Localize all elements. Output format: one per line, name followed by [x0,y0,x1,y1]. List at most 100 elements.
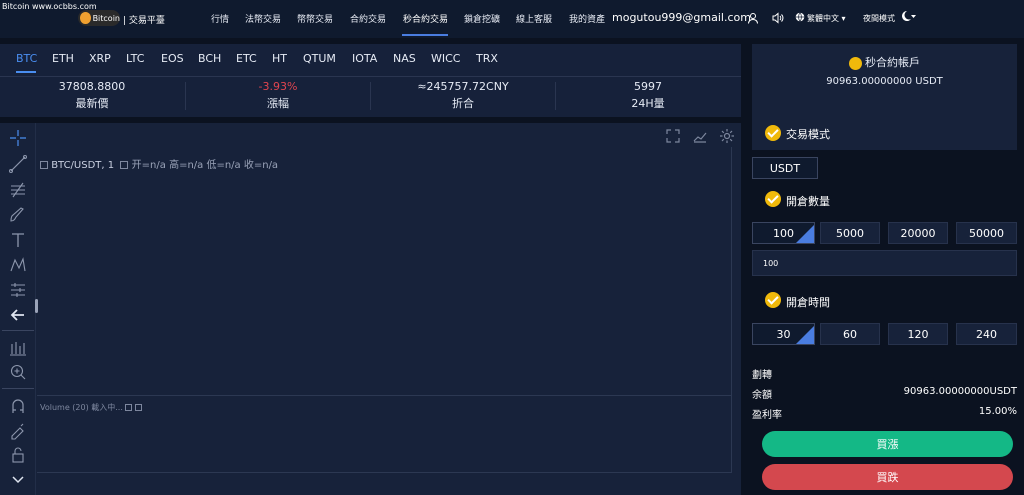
stat-divider [555,82,556,110]
prediction-icon[interactable] [8,280,28,300]
mode-usdt-option[interactable]: USDT [752,157,818,179]
tab-trx[interactable]: TRX [476,52,498,65]
text-tool-icon[interactable] [8,230,28,250]
collapse-legend-icon[interactable] [40,161,48,169]
lock-icon[interactable] [8,445,28,465]
check-icon [765,292,781,308]
chevron-down-icon[interactable] [8,470,28,490]
stat-divider [185,82,186,110]
time-option-30[interactable]: 30 [752,323,815,345]
tab-qtum[interactable]: QTUM [303,52,336,65]
chart-symbol: BTC/USDT, 1 [51,160,115,171]
language-selector[interactable]: 繁體中文 ▾ [807,13,846,24]
cny-label: 折合 [452,97,474,110]
gear-icon[interactable] [719,128,735,144]
cny-value: ≈245757.72CNY [417,80,509,93]
fib-tool-icon[interactable] [8,180,28,200]
nav-item-contract-trade[interactable]: 合約交易 [350,12,386,25]
qty-option-100[interactable]: 100 [752,222,815,244]
toolbar-divider [2,330,34,331]
tab-iota[interactable]: IOTA [352,52,377,65]
ohlc-values: 开=n/a 高=n/a 低=n/a 收=n/a [131,160,279,171]
tab-bch[interactable]: BCH [198,52,221,65]
volume-close-icon[interactable] [134,404,142,411]
toolbar-collapse-handle[interactable] [35,299,38,313]
settings-box-icon[interactable] [120,161,129,169]
tab-ht[interactable]: HT [272,52,287,65]
nav-item-coin-trade[interactable]: 幣幣交易 [297,12,333,25]
check-icon [765,191,781,207]
bitcoin-logo[interactable]: Bitcoin [78,10,120,26]
tab-eth[interactable]: ETH [52,52,74,65]
profit-rate-value: 15.00% [978,406,1017,417]
magnet-icon[interactable] [8,396,28,416]
tab-xrp[interactable]: XRP [89,52,111,65]
lock-drawing-icon[interactable] [8,421,28,441]
crosshair-icon[interactable] [8,128,28,148]
tab-ltc[interactable]: LTC [126,52,144,65]
chart-type-icon[interactable] [692,128,708,144]
user-email[interactable]: mogutou999@gmail.com [612,11,751,24]
tab-nas[interactable]: NAS [393,52,416,65]
qty-option-label: 50000 [969,226,1004,240]
top-navigation: Bitcoin www.ocbbs.com Bitcoin | 交易平臺 行情 … [0,0,1024,38]
time-option-240[interactable]: 240 [956,323,1017,345]
nav-item-assets[interactable]: 我的資產 [569,12,605,25]
night-mode-toggle[interactable] [900,10,916,24]
selected-check-icon [796,326,814,344]
account-balance: 90963.00000000 USDT [826,76,943,87]
volume-settings-icon[interactable] [125,404,133,411]
brush-icon[interactable] [8,205,28,225]
fullscreen-icon[interactable] [665,128,681,144]
globe-icon [795,12,805,22]
tabs-divider [0,76,741,77]
qty-option-50000[interactable]: 50000 [956,222,1017,244]
tab-wicc[interactable]: WICC [431,52,460,65]
time-axis-border [37,472,731,473]
qty-option-20000[interactable]: 20000 [888,222,948,244]
open-time-title: 開倉時間 [786,296,830,309]
volume-24h-value: 5997 [634,80,662,93]
account-card: 秒合約帳戶 90963.00000000 USDT [752,44,1017,117]
trend-line-icon[interactable] [8,154,28,174]
nav-item-second-contract[interactable]: 秒合約交易 [403,12,448,25]
trade-mode-title: 交易模式 [786,128,830,141]
volume-label: Volume (20) 載入中... [40,403,123,412]
chart-legend: BTC/USDT, 1 开=n/a 高=n/a 低=n/a 收=n/a [40,156,278,171]
qty-option-5000[interactable]: 5000 [820,222,880,244]
buy-down-button[interactable]: 買跌 [762,464,1013,490]
change-value: -3.93% [258,80,298,93]
tab-btc[interactable]: BTC [16,52,37,65]
user-icon[interactable] [747,12,759,24]
toolbar-divider [2,388,34,389]
time-option-60[interactable]: 60 [820,323,880,345]
indicators-icon[interactable] [8,338,28,358]
change-label: 漲幅 [267,97,289,110]
nav-item-market[interactable]: 行情 [211,12,229,25]
price-axis-border [731,147,732,473]
active-tab-indicator [16,71,36,73]
active-nav-indicator [402,34,448,36]
volume-indicator: Volume (20) 載入中... [40,402,142,413]
trade-panel: 交易模式 USDT 開倉數量 100 5000 20000 50000 100 … [752,117,1024,495]
zoom-in-icon[interactable] [8,362,28,382]
coin-icon [849,56,862,70]
buy-up-button[interactable]: 買漲 [762,431,1013,457]
transfer-label[interactable]: 劃轉 [752,366,772,381]
quantity-input[interactable]: 100 [752,250,1017,276]
back-arrow-icon[interactable] [8,305,28,325]
tab-eos[interactable]: EOS [161,52,184,65]
time-option-120[interactable]: 120 [888,323,948,345]
nav-item-mining[interactable]: 鎖倉挖礦 [464,12,500,25]
coin-icon [80,12,91,24]
nav-item-fiat-trade[interactable]: 法幣交易 [245,12,281,25]
account-title: 秒合約帳戶 [752,54,1017,70]
qty-option-label: 100 [773,226,794,240]
drawing-toolbar [0,123,36,495]
pattern-icon[interactable] [8,255,28,275]
nav-item-support[interactable]: 線上客服 [516,12,552,25]
tab-etc[interactable]: ETC [236,52,257,65]
brand-subtitle: | 交易平臺 [123,16,165,26]
time-option-label: 60 [843,327,857,341]
speaker-icon[interactable] [772,12,784,24]
